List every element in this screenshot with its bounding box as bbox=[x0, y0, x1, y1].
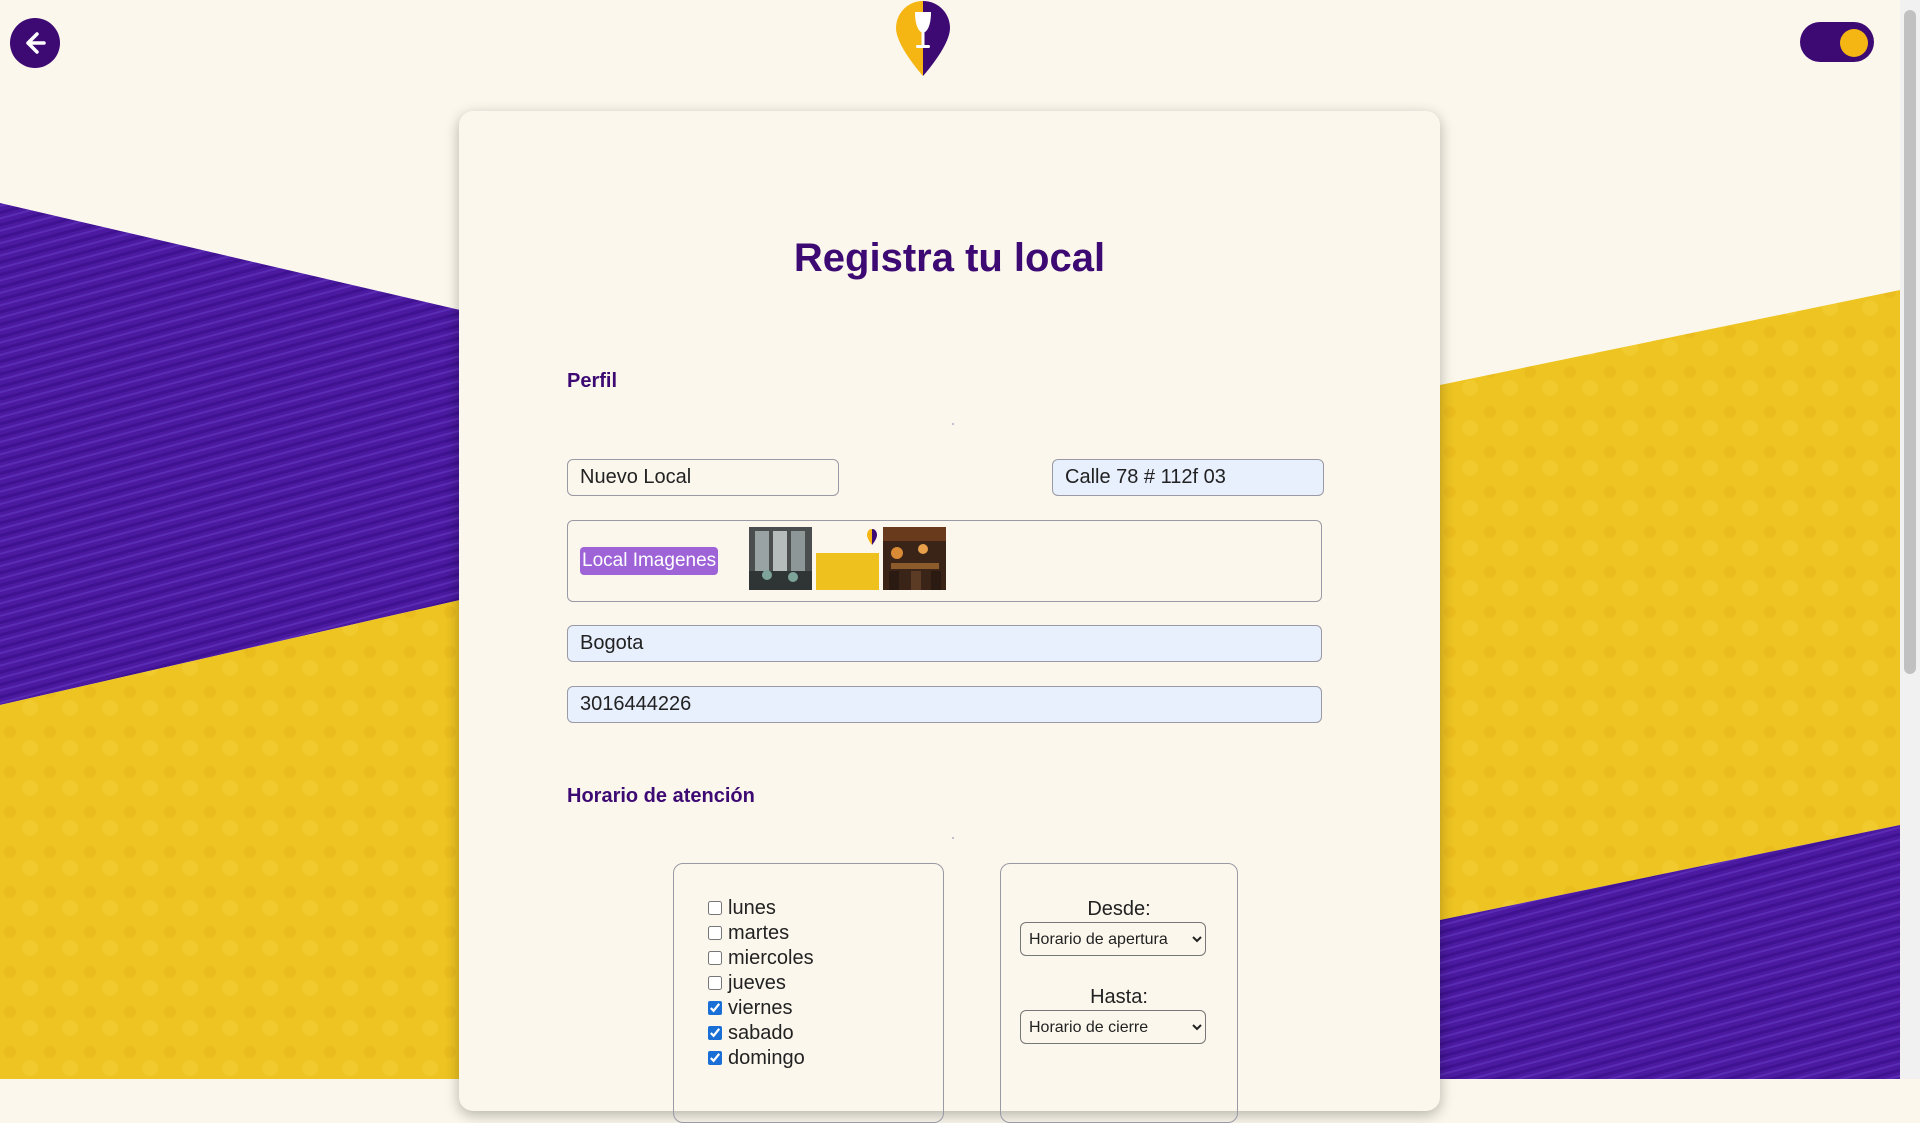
day-option-miercoles[interactable]: miercoles bbox=[708, 946, 814, 970]
scrollbar-thumb[interactable] bbox=[1904, 10, 1916, 674]
page-scrollbar[interactable] bbox=[1900, 0, 1920, 1079]
brand-logo[interactable] bbox=[894, 0, 952, 78]
address-input[interactable] bbox=[1052, 459, 1324, 496]
day-label: lunes bbox=[728, 896, 776, 919]
closing-time-select[interactable]: Horario de cierre bbox=[1020, 1010, 1206, 1044]
toggle-knob bbox=[1840, 29, 1868, 57]
day-label: domingo bbox=[728, 1046, 805, 1069]
divider-dot bbox=[952, 423, 954, 425]
yellow-logo-thumbnail[interactable] bbox=[816, 527, 879, 590]
day-checkbox-martes[interactable] bbox=[708, 926, 722, 940]
day-label: jueves bbox=[728, 971, 786, 994]
day-checkbox-viernes[interactable] bbox=[708, 1001, 722, 1015]
day-option-martes[interactable]: martes bbox=[708, 921, 789, 945]
day-option-jueves[interactable]: jueves bbox=[708, 971, 786, 995]
page-title: Registra tu local bbox=[793, 236, 1106, 280]
day-checkbox-sabado[interactable] bbox=[708, 1026, 722, 1040]
day-checkbox-jueves[interactable] bbox=[708, 976, 722, 990]
divider-dot bbox=[952, 837, 954, 839]
day-checkbox-miercoles[interactable] bbox=[708, 951, 722, 965]
day-option-lunes[interactable]: lunes bbox=[708, 896, 776, 920]
from-label: Desde: bbox=[1087, 898, 1151, 920]
city-input[interactable] bbox=[567, 625, 1322, 662]
day-checkbox-domingo[interactable] bbox=[708, 1051, 722, 1065]
day-checkbox-lunes[interactable] bbox=[708, 901, 722, 915]
images-upload-box: Local Imagenes bbox=[567, 520, 1322, 602]
top-bar bbox=[0, 0, 1900, 100]
arrow-left-icon bbox=[26, 32, 46, 54]
theme-toggle[interactable] bbox=[1800, 22, 1874, 62]
day-option-viernes[interactable]: viernes bbox=[708, 996, 792, 1020]
restaurant-interior-thumbnail[interactable] bbox=[749, 527, 812, 590]
upload-images-button[interactable]: Local Imagenes bbox=[580, 547, 719, 575]
bar-interior-thumbnail[interactable] bbox=[883, 527, 946, 590]
back-button[interactable] bbox=[10, 18, 60, 68]
wine-glass-location-pin-logo bbox=[896, 1, 950, 76]
phone-input[interactable] bbox=[567, 686, 1322, 723]
day-label: martes bbox=[728, 921, 790, 944]
register-card: Registra tu local Perfil Local Imagenes bbox=[459, 111, 1440, 1123]
opening-time-select[interactable]: Horario de apertura bbox=[1020, 922, 1206, 956]
day-option-domingo[interactable]: domingo bbox=[708, 1046, 805, 1070]
days-box: lunes martes miercoles jueves viernes sa… bbox=[673, 863, 944, 1123]
profile-heading: Perfil bbox=[567, 370, 618, 392]
day-label: sabado bbox=[728, 1021, 794, 1044]
day-label: miercoles bbox=[728, 946, 814, 969]
day-label: viernes bbox=[728, 996, 793, 1019]
day-option-sabado[interactable]: sabado bbox=[708, 1021, 794, 1045]
schedule-heading: Horario de atención bbox=[567, 785, 755, 807]
to-label: Hasta: bbox=[1090, 986, 1148, 1008]
hours-box: Desde: Horario de apertura Hasta: Horari… bbox=[1000, 863, 1238, 1123]
local-name-input[interactable] bbox=[567, 459, 839, 496]
